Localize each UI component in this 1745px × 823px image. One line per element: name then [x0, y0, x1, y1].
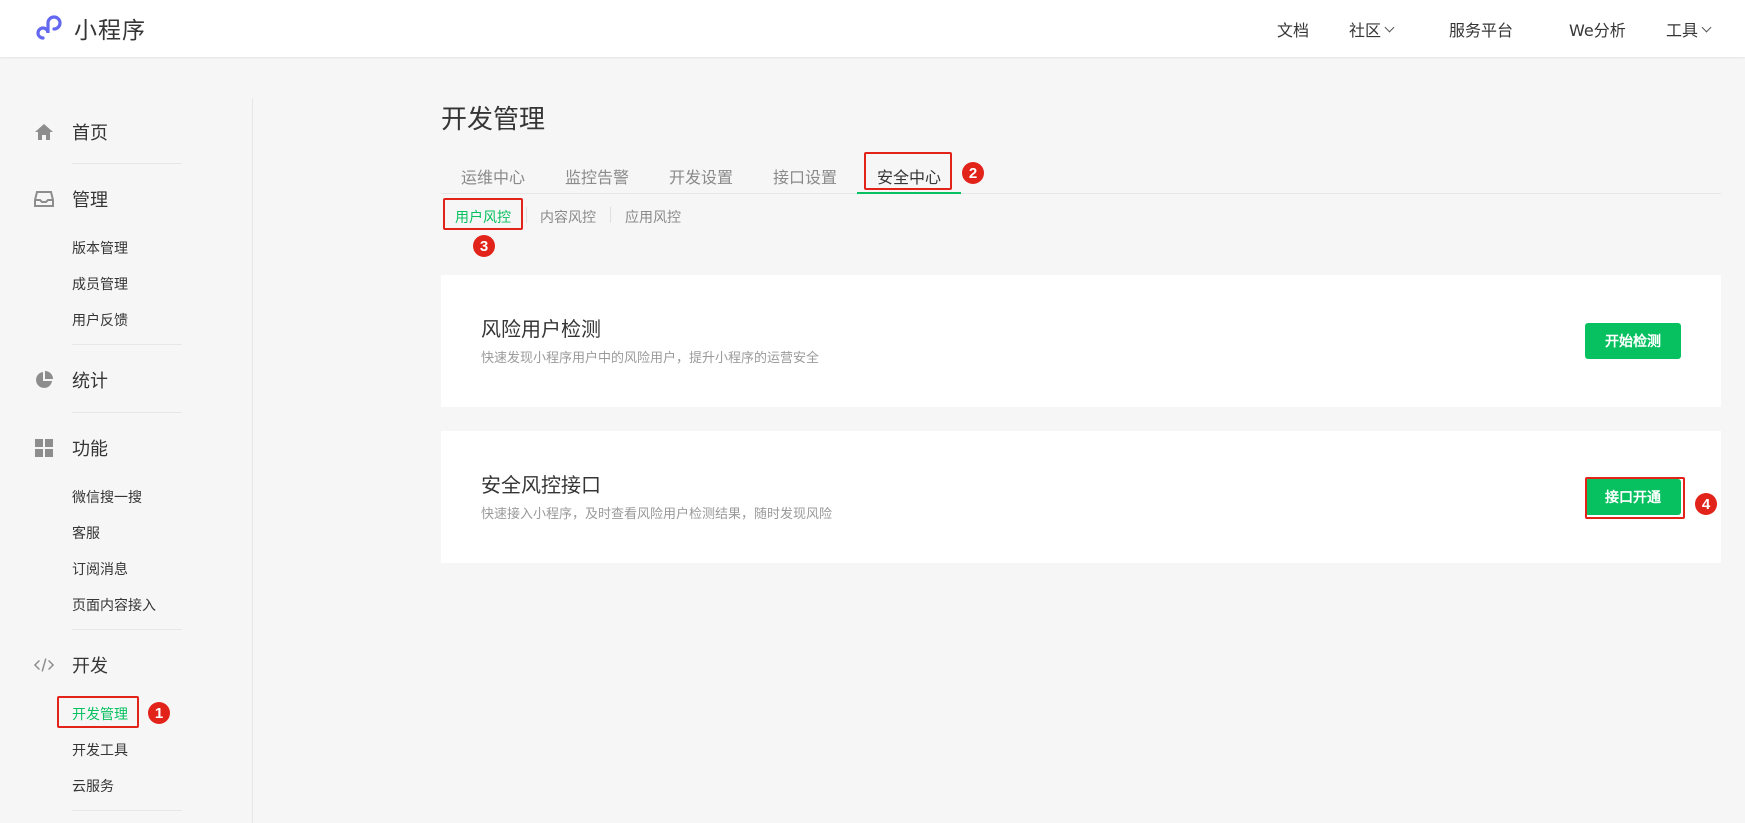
security-api-card: 安全风控接口 快速接入小程序，及时查看风险用户检测结果，随时发现风险 接口开通: [441, 431, 1721, 563]
nav-service-platform[interactable]: 服务平台: [1449, 17, 1513, 41]
sidebar-divider: [252, 98, 253, 823]
sidebar-features-label: 功能: [72, 439, 108, 460]
card-title: 风险用户检测: [481, 317, 601, 341]
sidebar-item-version[interactable]: 版本管理: [72, 238, 128, 258]
card-title: 安全风控接口: [481, 473, 601, 497]
annotation-highlight-4: [1585, 477, 1685, 519]
nav-we-analytics[interactable]: We分析: [1569, 17, 1626, 41]
subtab-content-risk[interactable]: 内容风控: [540, 207, 596, 227]
sidebar-item-cloud-service[interactable]: 云服务: [72, 776, 114, 796]
sidebar-item-dev-tools[interactable]: 开发工具: [72, 740, 128, 760]
tab-api-settings[interactable]: 接口设置: [773, 164, 837, 188]
nav-docs[interactable]: 文档: [1277, 17, 1309, 41]
sidebar-item-wechat-search[interactable]: 微信搜一搜: [72, 487, 142, 507]
sidebar-manage[interactable]: 管理: [34, 186, 108, 212]
app-title: 小程序: [74, 18, 146, 44]
subtab-app-risk[interactable]: 应用风控: [625, 207, 681, 227]
nav-tools[interactable]: 工具: [1666, 17, 1712, 41]
sidebar-divider: [72, 344, 182, 345]
sidebar-stats-label: 统计: [72, 371, 108, 392]
chevron-down-icon: [1701, 22, 1712, 32]
start-detection-button[interactable]: 开始检测: [1585, 323, 1681, 359]
tab-ops-center[interactable]: 运维中心: [461, 164, 525, 188]
card-description: 快速发现小程序用户中的风险用户，提升小程序的运营安全: [481, 351, 820, 366]
sidebar-divider: [72, 810, 182, 811]
home-icon: [34, 122, 54, 142]
sidebar-home[interactable]: 首页: [34, 119, 108, 145]
sidebar-divider: [72, 163, 182, 164]
sidebar-divider: [72, 412, 182, 413]
annotation-highlight-2: [864, 152, 952, 190]
tab-monitor-alert[interactable]: 监控告警: [565, 164, 629, 188]
nav-community-label: 社区: [1349, 21, 1382, 40]
sidebar-item-subscribe-msg[interactable]: 订阅消息: [72, 559, 128, 579]
sidebar-features[interactable]: 功能: [34, 435, 108, 461]
grid-icon: [34, 438, 54, 458]
sidebar-divider: [72, 629, 182, 630]
sidebar-item-feedback[interactable]: 用户反馈: [72, 310, 128, 330]
sidebar-develop[interactable]: 开发: [34, 652, 108, 678]
inbox-icon: [34, 189, 54, 209]
risk-user-detection-card: 风险用户检测 快速发现小程序用户中的风险用户，提升小程序的运营安全 开始检测: [441, 275, 1721, 407]
sidebar-item-page-content[interactable]: 页面内容接入: [72, 595, 156, 615]
sidebar-manage-label: 管理: [72, 190, 108, 211]
sidebar-home-label: 首页: [72, 123, 108, 144]
app-logo[interactable]: 小程序: [34, 11, 146, 45]
annotation-highlight-3: [443, 198, 523, 230]
pie-chart-icon: [34, 370, 54, 390]
sidebar-develop-label: 开发: [72, 656, 108, 677]
sidebar-item-members[interactable]: 成员管理: [72, 274, 128, 294]
top-bar: 小程序 文档 社区 服务平台 We分析 工具: [0, 0, 1745, 57]
tab-dev-settings[interactable]: 开发设置: [669, 164, 733, 188]
annotation-badge-2: 2: [962, 162, 984, 184]
annotation-badge-4: 4: [1695, 493, 1717, 515]
nav-tools-label: 工具: [1666, 21, 1699, 40]
annotation-highlight-1: [57, 696, 139, 728]
nav-docs-label: 文档: [1277, 21, 1310, 40]
chevron-down-icon: [1384, 22, 1395, 32]
page-title: 开发管理: [441, 105, 546, 135]
sidebar-stats[interactable]: 统计: [34, 367, 108, 393]
annotation-badge-3: 3: [473, 235, 495, 257]
nav-community[interactable]: 社区: [1349, 17, 1395, 41]
annotation-badge-1: 1: [148, 702, 170, 724]
code-icon: [34, 655, 54, 675]
subtab-separator: [610, 207, 611, 223]
nav-service-platform-label: 服务平台: [1449, 21, 1514, 40]
miniprogram-logo-icon: [36, 15, 62, 40]
card-description: 快速接入小程序，及时查看风险用户检测结果，随时发现风险: [481, 507, 833, 522]
sidebar-item-customer-service[interactable]: 客服: [72, 523, 100, 543]
nav-we-analytics-label: We分析: [1569, 21, 1626, 40]
subtab-separator: [526, 207, 527, 223]
